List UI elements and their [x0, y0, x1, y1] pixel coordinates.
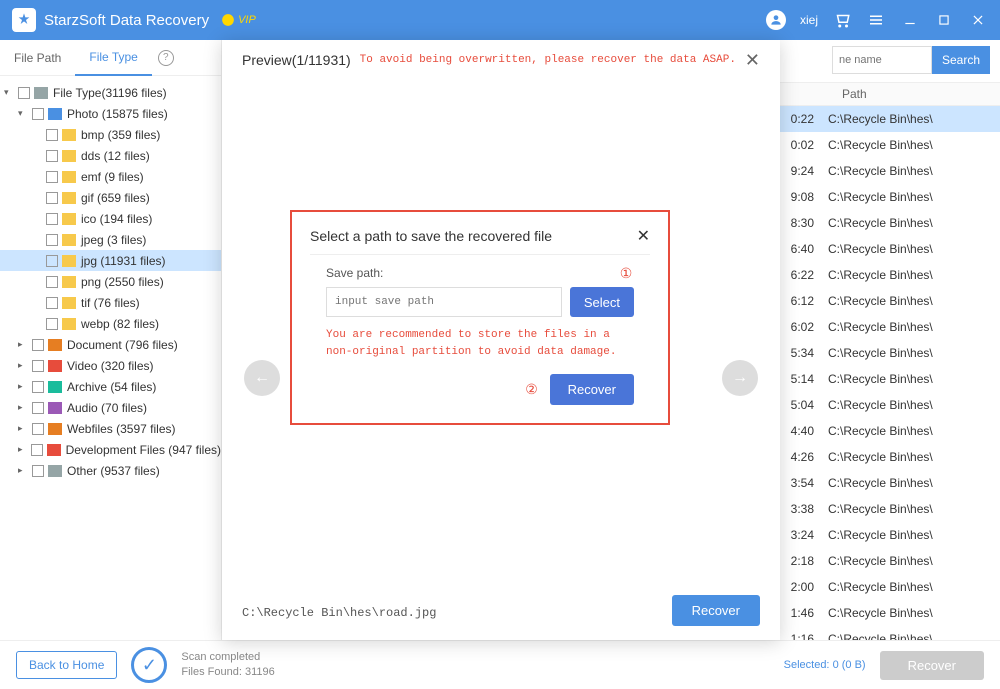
tree-item[interactable]: webp (82 files)	[0, 313, 221, 334]
dialog-note: You are recommended to store the files i…	[326, 327, 634, 360]
tree-item[interactable]: jpeg (3 files)	[0, 229, 221, 250]
tree-item[interactable]: ico (194 files)	[0, 208, 221, 229]
preview-title: Preview(1/11931)	[242, 52, 351, 68]
user-name: xiej	[800, 13, 818, 27]
dialog-recover-button[interactable]: Recover	[550, 374, 634, 405]
tree-item[interactable]: gif (659 files)	[0, 187, 221, 208]
preview-next-button[interactable]: →	[722, 360, 758, 396]
help-icon[interactable]: ?	[158, 50, 174, 66]
tree-item[interactable]: emf (9 files)	[0, 166, 221, 187]
select-path-button[interactable]: Select	[570, 287, 634, 317]
dialog-close-icon[interactable]: ✕	[637, 226, 650, 246]
maximize-icon[interactable]	[934, 10, 954, 30]
col-path: Path	[842, 87, 867, 101]
tree-item[interactable]: png (2550 files)	[0, 271, 221, 292]
tree-item[interactable]: dds (12 files)	[0, 145, 221, 166]
preview-prev-button[interactable]: ←	[244, 360, 280, 396]
save-path-input[interactable]	[326, 287, 562, 317]
scan-complete-icon: ✓	[131, 647, 167, 683]
step-badge-1: ①	[618, 265, 634, 281]
search-input[interactable]	[832, 46, 932, 74]
app-title: StarzSoft Data Recovery	[44, 12, 209, 29]
menu-icon[interactable]	[866, 10, 886, 30]
app-logo	[12, 8, 36, 32]
sidebar: File Path File Type ? ▾File Type(31196 f…	[0, 40, 222, 640]
preview-recover-button[interactable]: Recover	[672, 595, 760, 626]
tree-item[interactable]: ▾Photo (15875 files)	[0, 103, 221, 124]
tree-item[interactable]: bmp (359 files)	[0, 124, 221, 145]
dialog-title: Select a path to save the recovered file	[310, 228, 637, 244]
save-path-dialog: Select a path to save the recovered file…	[290, 210, 670, 425]
file-type-tree: ▾File Type(31196 files)▾Photo (15875 fil…	[0, 76, 221, 487]
scan-status: Scan completedFiles Found: 31196	[181, 650, 274, 681]
footer: Back to Home ✓ Scan completedFiles Found…	[0, 640, 1000, 689]
tree-item[interactable]: jpg (11931 files)	[0, 250, 221, 271]
tree-item[interactable]: ▾File Type(31196 files)	[0, 82, 221, 103]
tree-item[interactable]: ▸Archive (54 files)	[0, 376, 221, 397]
user-avatar-icon[interactable]	[766, 10, 786, 30]
tree-item[interactable]: ▸Development Files (947 files)	[0, 439, 221, 460]
tab-file-type[interactable]: File Type	[75, 40, 151, 76]
vip-badge: VIP	[221, 13, 256, 27]
preview-close-icon[interactable]: ✕	[745, 50, 760, 71]
step-badge-2: ②	[524, 382, 540, 398]
tree-item[interactable]: ▸Document (796 files)	[0, 334, 221, 355]
save-path-label: Save path:	[326, 266, 383, 280]
minimize-icon[interactable]	[900, 10, 920, 30]
tree-item[interactable]: ▸Other (9537 files)	[0, 460, 221, 481]
tree-item[interactable]: ▸Webfiles (3597 files)	[0, 418, 221, 439]
preview-file-path: C:\Recycle Bin\hes\road.jpg	[242, 606, 436, 620]
preview-warning: To avoid being overwritten, please recov…	[351, 54, 745, 66]
selected-text: Selected: 0 (0 B)	[784, 659, 866, 671]
cart-icon[interactable]	[832, 10, 852, 30]
tree-item[interactable]: tif (76 files)	[0, 292, 221, 313]
titlebar: StarzSoft Data Recovery VIP xiej	[0, 0, 1000, 40]
back-home-button[interactable]: Back to Home	[16, 651, 117, 679]
tree-item[interactable]: ▸Audio (70 files)	[0, 397, 221, 418]
close-icon[interactable]	[968, 10, 988, 30]
search-button[interactable]: Search	[932, 46, 990, 74]
recover-footer-button[interactable]: Recover	[880, 651, 984, 680]
tab-file-path[interactable]: File Path	[0, 40, 75, 76]
tree-item[interactable]: ▸Video (320 files)	[0, 355, 221, 376]
